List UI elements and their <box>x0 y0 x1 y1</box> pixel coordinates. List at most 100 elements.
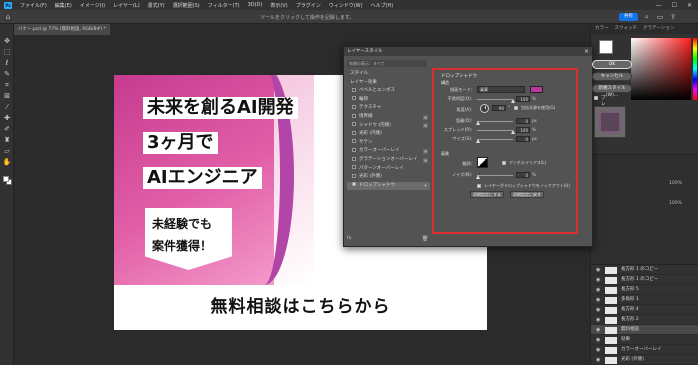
stamp-tool-icon[interactable]: ♜ <box>2 135 12 145</box>
angle-dial[interactable] <box>480 104 489 113</box>
spread-knob[interactable] <box>511 130 515 134</box>
minimize-icon[interactable]: — <box>656 2 662 9</box>
style-item[interactable]: グラデーションオーバーレイ + <box>347 156 430 165</box>
global-light-checkbox[interactable] <box>514 106 518 110</box>
layer-row[interactable]: ◉ 光彩 (外側) <box>591 355 698 365</box>
style-item[interactable]: 境界線 + <box>347 113 430 122</box>
frame-tool-icon[interactable]: ⊠ <box>2 91 12 101</box>
add-effect-icon[interactable]: + <box>423 148 428 154</box>
opacity-slider[interactable] <box>477 99 513 100</box>
healing-brush-icon[interactable]: ✚ <box>2 113 12 123</box>
eyedropper-tool-icon[interactable]: ⁄ <box>2 102 12 112</box>
visibility-eye-icon[interactable]: ◉ <box>596 295 600 305</box>
style-item[interactable]: ベベルとエンボス <box>347 87 430 96</box>
style-checkbox[interactable] <box>352 96 356 101</box>
effects-filter-field[interactable]: 効果の表示：すべて <box>347 60 427 67</box>
add-effect-icon[interactable]: + <box>423 123 428 129</box>
style-item[interactable]: ドロップシャドウ + <box>347 181 430 191</box>
style-checkbox[interactable] <box>352 147 356 152</box>
noise-knob[interactable] <box>476 175 480 179</box>
contour-picker[interactable] <box>477 157 488 168</box>
visibility-eye-icon[interactable]: ◉ <box>596 315 600 325</box>
make-default-button[interactable]: 初期設定にする <box>470 191 504 198</box>
style-item[interactable]: スタイル <box>347 70 430 79</box>
hue-slider[interactable] <box>693 38 697 100</box>
workspace-icon[interactable]: ▭ <box>656 13 664 21</box>
style-item[interactable]: 輪郭 <box>347 96 430 105</box>
visibility-eye-icon[interactable]: ◉ <box>596 275 600 285</box>
visibility-eye-icon[interactable]: ◉ <box>596 355 600 365</box>
foreground-color-swatch[interactable] <box>3 176 9 182</box>
menu-plugins[interactable]: プラグイン <box>296 2 321 9</box>
size-value[interactable]: 0 <box>516 136 530 142</box>
distance-knob[interactable] <box>476 121 480 125</box>
spread-slider[interactable] <box>477 130 513 131</box>
visibility-eye-icon[interactable]: ◉ <box>596 285 600 295</box>
layer-row[interactable]: ◉ 無料相談 <box>591 325 698 335</box>
close-icon[interactable]: ✕ <box>687 2 692 9</box>
maximize-icon[interactable]: ☐ <box>672 2 677 9</box>
visibility-eye-icon[interactable]: ◉ <box>596 305 600 315</box>
menu-view[interactable]: 表示(V) <box>270 2 287 9</box>
menu-image[interactable]: イメージ(I) <box>80 2 105 9</box>
style-checkbox[interactable] <box>352 182 356 187</box>
style-checkbox[interactable] <box>352 156 356 161</box>
eraser-tool-icon[interactable]: ▱ <box>2 146 12 156</box>
preview-checkbox[interactable] <box>594 96 598 100</box>
noise-value[interactable]: 0 <box>516 172 530 178</box>
add-effect-icon[interactable]: + <box>423 157 428 163</box>
hand-tool-icon[interactable]: ✋ <box>2 157 12 167</box>
color-picker-field[interactable] <box>631 38 691 100</box>
lasso-tool-icon[interactable]: ℓ <box>2 58 12 68</box>
move-tool-icon[interactable]: ✥ <box>2 36 12 46</box>
brush-tool-icon[interactable]: ✐ <box>2 124 12 134</box>
style-item[interactable]: パターンオーバーレイ <box>347 165 430 174</box>
style-item[interactable]: レイヤー効果 <box>347 79 430 88</box>
layer-row[interactable]: ◉ 効果 <box>591 335 698 345</box>
menu-layer[interactable]: レイヤー(L) <box>113 2 140 9</box>
layer-row[interactable]: ◉ 長方形 1 のコピー <box>591 265 698 275</box>
antialias-checkbox[interactable] <box>502 161 506 165</box>
fx-icon[interactable]: fx. <box>347 236 353 241</box>
menu-select[interactable]: 選択範囲(S) <box>173 2 200 9</box>
marquee-tool-icon[interactable]: ⬚ <box>2 47 12 57</box>
dialog-close-icon[interactable]: × <box>584 47 589 56</box>
layer-row[interactable]: ◉ 長方形 5 <box>591 285 698 295</box>
tab-gradients[interactable]: グラデーション <box>643 24 674 34</box>
menu-type[interactable]: 書式(Y) <box>148 2 165 9</box>
style-checkbox[interactable] <box>352 122 356 127</box>
size-slider[interactable] <box>477 139 513 140</box>
angle-value[interactable]: 90 <box>492 105 506 111</box>
layer-row[interactable]: ◉ 長方形 4 <box>591 305 698 315</box>
crop-tool-icon[interactable]: ⌗ <box>2 80 12 90</box>
style-item[interactable]: テクスチャ <box>347 104 430 113</box>
visibility-eye-icon[interactable]: ◉ <box>596 335 600 345</box>
style-checkbox[interactable] <box>352 130 356 135</box>
share-button[interactable]: 共有 <box>619 13 638 21</box>
layer-row[interactable]: ◉ 長方形 1 のコピー <box>591 275 698 285</box>
share-arrow-icon[interactable]: ⇪ <box>669 13 677 21</box>
layer-row[interactable]: ◉ カラーオーバーレイ <box>591 345 698 355</box>
menu-file[interactable]: ファイル(F) <box>20 2 47 9</box>
menu-filter[interactable]: フィルター(T) <box>208 2 240 9</box>
menu-window[interactable]: ウィンドウ(W) <box>329 2 363 9</box>
layer-row[interactable]: ◉ 長方形 2 <box>591 315 698 325</box>
style-item[interactable]: サテン <box>347 139 430 148</box>
distance-slider[interactable] <box>477 121 513 122</box>
opacity-value[interactable]: 100 <box>516 96 530 102</box>
style-item[interactable]: シャドウ (内側) + <box>347 122 430 131</box>
style-checkbox[interactable] <box>352 113 356 118</box>
style-checkbox[interactable] <box>352 165 356 170</box>
style-item[interactable]: 光彩 (外側) <box>347 173 430 182</box>
distance-value[interactable]: 0 <box>516 118 530 124</box>
panel-foreground-swatch[interactable] <box>599 40 613 54</box>
tab-color[interactable]: カラー <box>595 24 609 34</box>
visibility-eye-icon[interactable]: ◉ <box>596 265 600 275</box>
visibility-eye-icon[interactable]: ◉ <box>596 345 600 355</box>
style-checkbox[interactable] <box>352 139 356 144</box>
trash-icon[interactable]: 🗑 <box>422 236 428 242</box>
menu-help[interactable]: ヘルプ(H) <box>371 2 394 9</box>
size-knob[interactable] <box>476 139 480 143</box>
new-style-button[interactable]: 新規スタイル(W)... <box>592 84 632 98</box>
reset-default-button[interactable]: 初期設定に戻す <box>510 191 544 198</box>
